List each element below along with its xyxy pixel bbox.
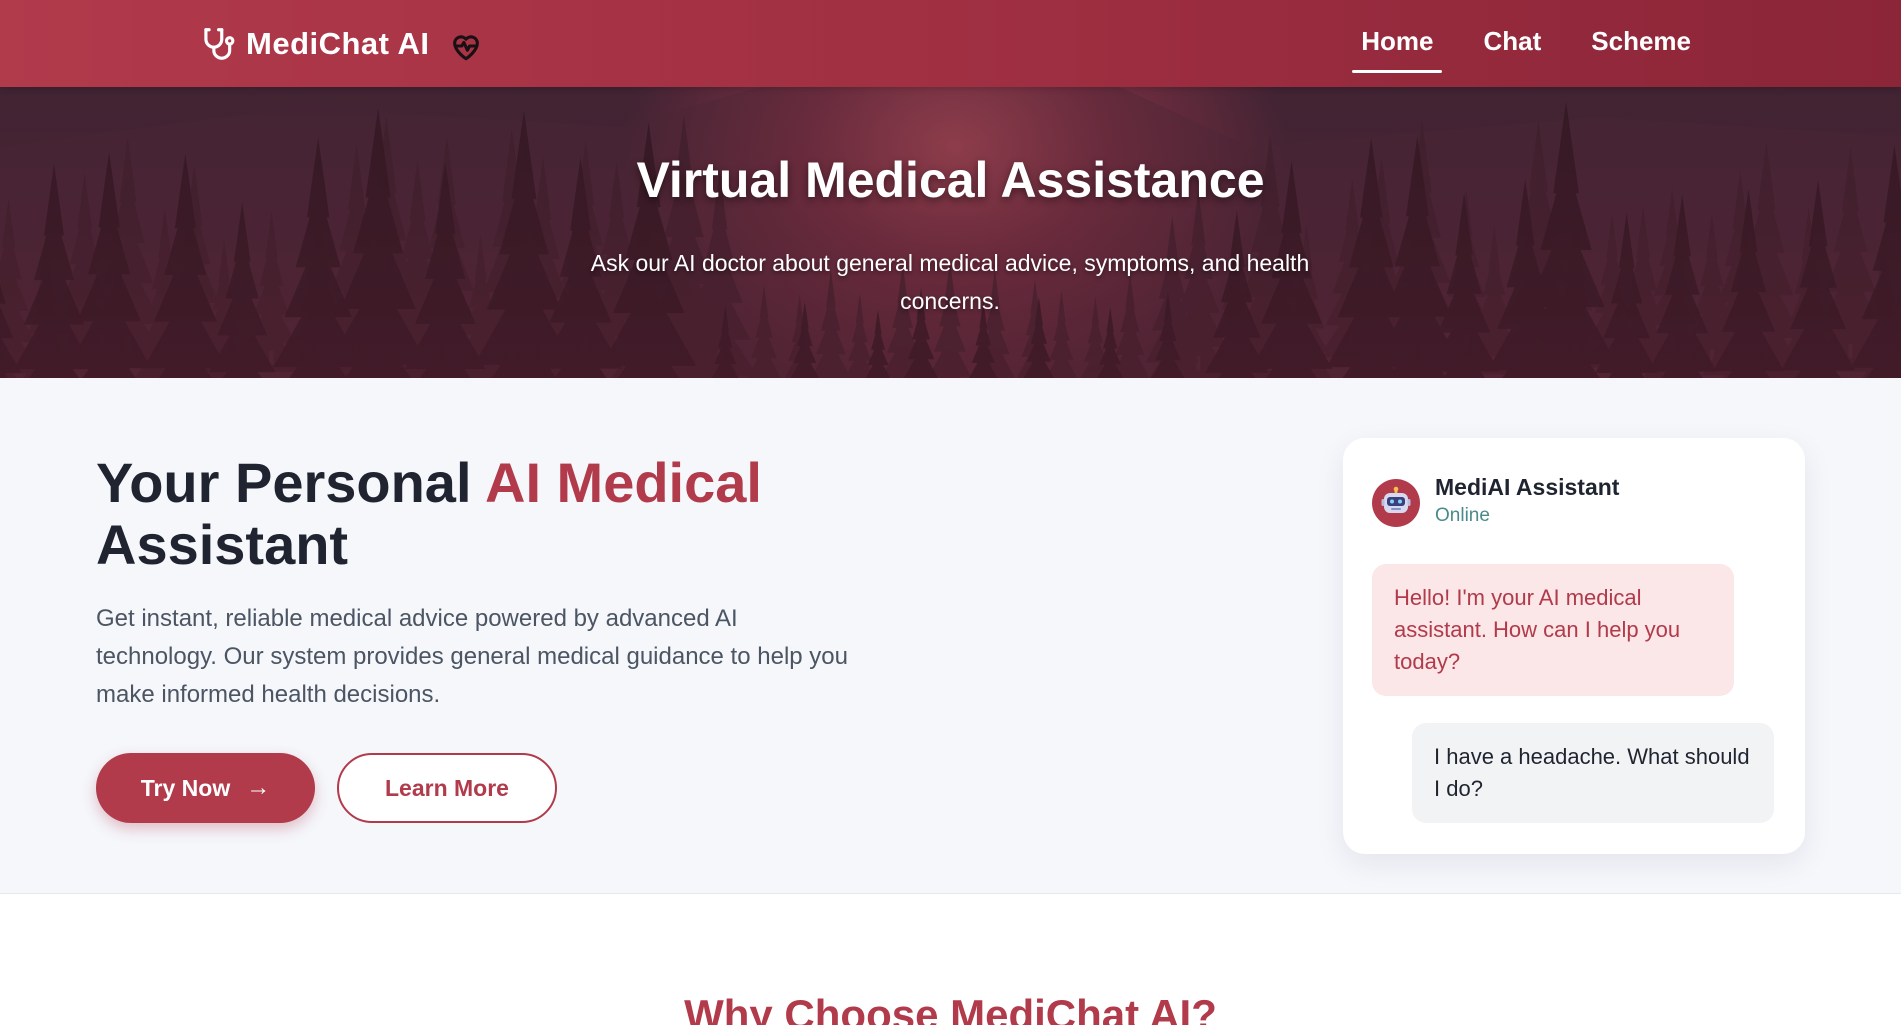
why-section: Why Choose MediChat AI? bbox=[0, 895, 1901, 1025]
intro-title-part1: Your Personal bbox=[96, 451, 485, 514]
assistant-avatar bbox=[1372, 479, 1420, 527]
nav-link-chat[interactable]: Chat bbox=[1483, 20, 1541, 67]
try-now-label: Try Now bbox=[140, 774, 231, 801]
why-section-title: Why Choose MediChat AI? bbox=[684, 991, 1217, 1025]
assistant-message-bubble: Hello! I'm your AI medical assistant. Ho… bbox=[1372, 564, 1734, 696]
stethoscope-icon bbox=[204, 28, 235, 60]
robot-icon bbox=[1381, 486, 1411, 513]
learn-more-button[interactable]: Learn More bbox=[337, 753, 557, 823]
hero-tint bbox=[0, 87, 1901, 378]
nav-link-home[interactable]: Home bbox=[1352, 20, 1443, 73]
hero-title: Virtual Medical Assistance bbox=[636, 152, 1265, 208]
hero-subtitle: Ask our AI doctor about general medical … bbox=[590, 250, 1310, 314]
intro-title: Your Personal AI Medical Assistant bbox=[96, 452, 856, 576]
user-message-bubble: I have a headache. What should I do? bbox=[1412, 723, 1774, 823]
brand-name: MediChat AI bbox=[246, 26, 430, 61]
intro-title-accent: AI Medical bbox=[485, 451, 762, 514]
hero-banner: Virtual Medical Assistance Ask our AI do… bbox=[0, 87, 1901, 378]
main-nav: Home Chat Scheme bbox=[1311, 0, 1691, 87]
intro-title-part2: Assistant bbox=[96, 513, 349, 576]
brand-link[interactable]: MediChat AI bbox=[198, 22, 483, 66]
assistant-status: Online bbox=[1435, 505, 1490, 526]
heart-pulse-icon bbox=[453, 35, 480, 61]
navbar: MediChat AI Home Chat Scheme bbox=[0, 0, 1901, 87]
nav-link-scheme[interactable]: Scheme bbox=[1591, 20, 1691, 67]
intro-section: Your Personal AI Medical Assistant Get in… bbox=[0, 378, 1901, 894]
intro-description: Get instant, reliable medical advice pow… bbox=[96, 605, 848, 708]
chat-preview-card: MediAI Assistant Online Hello! I'm your … bbox=[1343, 438, 1805, 854]
try-now-button[interactable]: Try Now → bbox=[96, 753, 315, 823]
arrow-right-icon: → bbox=[246, 774, 271, 801]
assistant-name: MediAI Assistant bbox=[1435, 474, 1620, 500]
